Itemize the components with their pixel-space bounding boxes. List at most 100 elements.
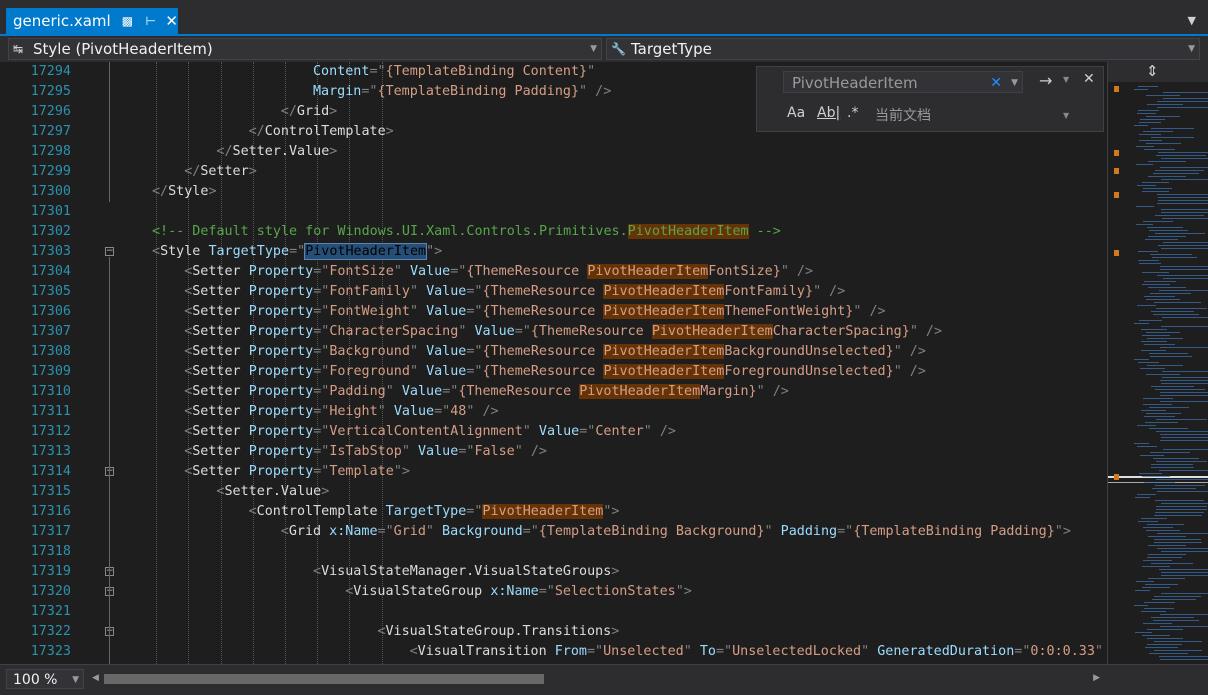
minimap-line xyxy=(1156,308,1207,309)
split-icon[interactable]: ⇕ xyxy=(1146,62,1159,80)
minimap-line xyxy=(1143,404,1172,405)
code-line[interactable]: 17308 <Setter Property="Background" Value… xyxy=(0,342,1107,362)
find-query: PivotHeaderItem xyxy=(792,74,918,92)
horizontal-scrollbar[interactable]: ◀ ▶ xyxy=(92,671,1100,687)
minimap-line xyxy=(1151,137,1194,138)
code-line[interactable]: 17299 </Setter> xyxy=(0,162,1107,182)
close-find-icon[interactable]: ✕ xyxy=(1083,71,1095,87)
minimap-line xyxy=(1142,182,1169,183)
minimap-line xyxy=(1139,263,1161,264)
type-member-dropdown[interactable]: ↹ Style (PivotHeaderItem) ▼ xyxy=(8,38,602,60)
code-line[interactable]: 17320 <VisualStateGroup x:Name="Selection… xyxy=(0,582,1107,602)
chevron-down-icon[interactable]: ▼ xyxy=(72,670,79,690)
minimap-line xyxy=(1160,401,1208,402)
minimap-line xyxy=(1149,653,1188,654)
scroll-left-icon[interactable]: ◀ xyxy=(92,673,99,683)
code-text: <!-- Default style for Windows.UI.Xaml.C… xyxy=(152,224,781,239)
minimap-line xyxy=(1154,650,1202,651)
minimap-line xyxy=(1146,413,1181,414)
minimap-line xyxy=(1138,260,1159,261)
code-line[interactable]: 17312 <Setter Property="VerticalContentAl… xyxy=(0,422,1107,442)
code-line[interactable]: 17322 <VisualStateGroup.Transitions> xyxy=(0,622,1107,642)
code-line[interactable]: 17309 <Setter Property="Foreground" Value… xyxy=(0,362,1107,382)
minimap-line xyxy=(1135,497,1150,498)
code-line[interactable]: 17304 <Setter Property="FontSize" Value="… xyxy=(0,262,1107,282)
minimap-line xyxy=(1160,392,1208,393)
code-line[interactable]: 17319 <VisualStateManager.VisualStateGrou… xyxy=(0,562,1107,582)
code-text: <Setter Property="Height" Value="48" /> xyxy=(184,404,499,419)
code-line[interactable]: 17323 <VisualTransition From="Unselected"… xyxy=(0,642,1107,662)
minimap-line xyxy=(1144,149,1175,150)
code-line[interactable]: 17302 <!-- Default style for Windows.UI.X… xyxy=(0,222,1107,242)
tab-generic-xaml[interactable]: generic.xaml ▩ ⊢ ✕ xyxy=(6,8,178,34)
vertical-scrollbar-map[interactable]: ⇕ xyxy=(1107,62,1208,664)
code-line[interactable]: 17314 <Setter Property="Template"> xyxy=(0,462,1107,482)
code-line[interactable]: 17311 <Setter Property="Height" Value="48… xyxy=(0,402,1107,422)
minimap-line xyxy=(1154,539,1201,540)
code-line[interactable]: 17310 <Setter Property="Padding" Value="{… xyxy=(0,382,1107,402)
code-editor[interactable]: 17294 Content="{TemplateBinding Content}"… xyxy=(0,62,1107,664)
minimap-line xyxy=(1154,542,1202,543)
tab-overflow-chevron-down-icon[interactable]: ▼ xyxy=(1188,14,1196,27)
code-text: <Setter Property="IsTabStop" Value="Fals… xyxy=(184,444,547,459)
match-case-icon[interactable]: Aa xyxy=(787,105,805,121)
minimap-line xyxy=(1161,437,1208,438)
code-line[interactable]: 17321 xyxy=(0,602,1107,622)
code-line[interactable]: 17301 xyxy=(0,202,1107,222)
close-icon[interactable]: ✕ xyxy=(165,12,178,30)
code-line[interactable]: 17305 <Setter Property="FontFamily" Value… xyxy=(0,282,1107,302)
code-line[interactable]: 17313 <Setter Property="IsTabStop" Value=… xyxy=(0,442,1107,462)
code-text: <Setter Property="Padding" Value="{Theme… xyxy=(184,384,789,399)
minimap-line xyxy=(1151,311,1194,312)
minimap-line xyxy=(1135,590,1150,591)
scroll-right-icon[interactable]: ▶ xyxy=(1093,673,1100,683)
minimap-line xyxy=(1152,599,1196,600)
search-history-chevron-down-icon[interactable]: ▼ xyxy=(1011,72,1018,94)
line-number: 17308 xyxy=(30,344,71,359)
minimap-line xyxy=(1156,509,1207,510)
chevron-down-icon[interactable]: ▼ xyxy=(1188,44,1195,54)
minimap-line xyxy=(1158,200,1208,201)
chevron-down-icon[interactable]: ▼ xyxy=(590,44,597,54)
scope-chevron-down-icon[interactable]: ▼ xyxy=(1063,111,1069,120)
find-options-chevron-down-icon[interactable]: ▼ xyxy=(1063,75,1069,84)
minimap-line xyxy=(1148,536,1186,537)
find-input[interactable]: PivotHeaderItem ✕ ▼ xyxy=(783,71,1023,93)
line-number: 17319 xyxy=(30,564,71,579)
code-line[interactable]: 17316 <ControlTemplate TargetType="PivotH… xyxy=(0,502,1107,522)
minimap-line xyxy=(1159,569,1208,570)
code-line[interactable]: 17317 <Grid x:Name="Grid" Background="{Te… xyxy=(0,522,1107,542)
search-scope-select[interactable]: 当前文档 xyxy=(875,105,931,125)
property-dropdown[interactable]: 🔧 TargetType ▼ xyxy=(606,38,1200,60)
code-line[interactable]: 17318 xyxy=(0,542,1107,562)
code-line[interactable]: 17307 <Setter Property="CharacterSpacing"… xyxy=(0,322,1107,342)
code-line[interactable]: 17300 </Style> xyxy=(0,182,1107,202)
code-line[interactable]: 17306 <Setter Property="FontWeight" Value… xyxy=(0,302,1107,322)
minimap-line xyxy=(1161,179,1208,180)
pin-icon[interactable]: ⊢ xyxy=(144,14,157,28)
lock-icon[interactable]: ▩ xyxy=(121,14,134,28)
minimap-line xyxy=(1154,641,1202,642)
code-line[interactable]: 17303 <Style TargetType="PivotHeaderItem"… xyxy=(0,242,1107,262)
code-line[interactable]: 17298 </Setter.Value> xyxy=(0,142,1107,162)
splitter-handle[interactable]: ⇕ xyxy=(1108,62,1208,82)
horizontal-scroll-thumb[interactable] xyxy=(104,674,544,684)
minimap-line xyxy=(1136,206,1154,207)
code-line[interactable]: 17315 <Setter.Value> xyxy=(0,482,1107,502)
clear-search-icon[interactable]: ✕ xyxy=(990,72,1002,94)
match-whole-word-icon[interactable]: Ab| xyxy=(817,105,840,121)
minimap-line xyxy=(1158,245,1208,246)
minimap-line xyxy=(1148,287,1186,288)
line-number: 17314 xyxy=(30,464,71,479)
code-text: </Grid> xyxy=(280,104,338,119)
collapse-icon[interactable]: − xyxy=(105,247,114,256)
minimap-line xyxy=(1144,344,1175,345)
find-next-arrow-icon[interactable]: → xyxy=(1039,71,1052,90)
outline-line xyxy=(109,257,110,664)
minimap-line xyxy=(1134,605,1148,606)
minimap-line xyxy=(1138,362,1159,363)
line-number: 17300 xyxy=(30,184,71,199)
minimap-line xyxy=(1155,170,1204,171)
zoom-select[interactable]: 100 % ▼ xyxy=(6,669,84,689)
regex-icon[interactable]: .* xyxy=(847,105,858,121)
